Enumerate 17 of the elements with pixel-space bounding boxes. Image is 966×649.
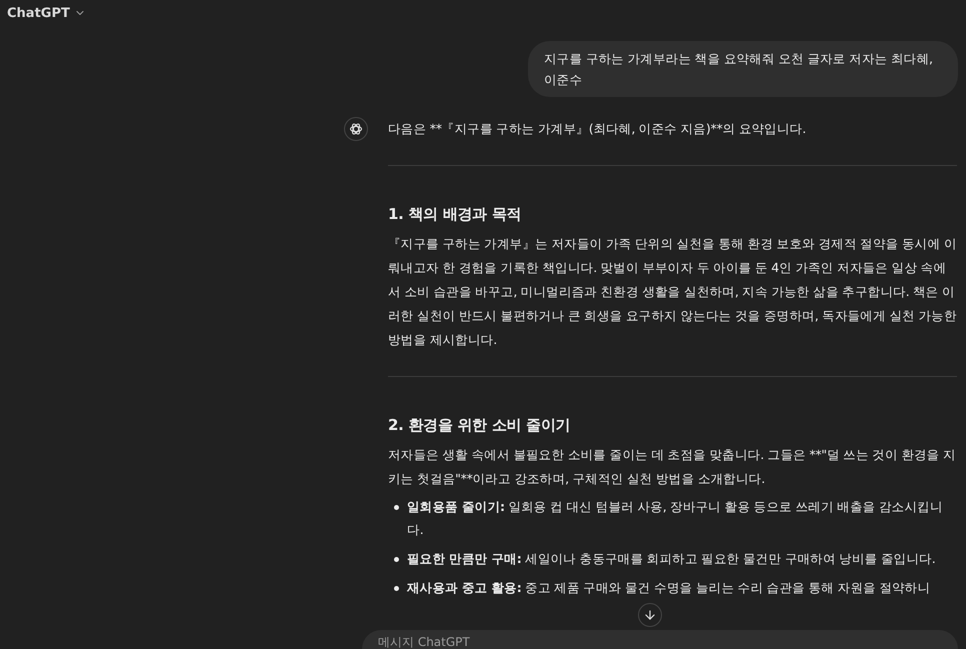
- list-item: 재사용과 중고 활용: 중고 제품 구매와 물건 수명을 늘리는 수리 습관을 통해 자원을 절약하니: [407, 579, 930, 597]
- list-item: 일회용품 줄이기: 일회용 컵 대신 텀블러 사용, 장바구니 활용 등으로 쓰레기 배출을 감소시킵니다.: [407, 498, 944, 539]
- paragraph: 『지구를 구하는 가계부』는 저자들이 가족 단위의 실천을 통해 환경 보호와 경제적 절약을 동시에 이뤄내고자 한 경험을 기록한 책입니다. 맞벌이 부부이자 두 아이를 둔 4인 가족인 저자들은 일상 속에서 소비 습관을 바꾸고, 미니멀리즘과 친환경 생활을 실천하며, 지속 가능한 삶을 추구합니다. 책은 이러한 실천이 반드시 불편하거나 큰 희생을 요구하지 않는다는 것을 증명하며, 독자들에게 실천 가능한 방법을 제시합니다.: [388, 235, 957, 349]
- paragraph: 저자들은 생활 속에서 불필요한 소비를 줄이는 데 초점을 맞춥니다. 그들은 **"덜 쓰는 것이 환경을 지키는 첫걸음"**이라고 강조하며, 구체적인 실천 방법을 소개합니다.: [388, 446, 957, 488]
- section-heading: 1. 책의 배경과 목적: [388, 204, 522, 225]
- scroll-down-button[interactable]: [638, 603, 662, 627]
- assistant-logo-icon: [344, 117, 368, 141]
- bullet-icon: [394, 557, 399, 562]
- bullet-icon: [394, 505, 399, 510]
- user-message: 지구를 구하는 가계부라는 책을 요약해줘 오천 글자로 저자는 최다혜, 이준수: [528, 41, 958, 97]
- section-heading: 2. 환경을 위한 소비 줄이기: [388, 415, 572, 436]
- list-item: 필요한 만큼만 구매: 세일이나 충동구매를 회피하고 필요한 물건만 구매하여 낭비를 줄입니다.: [407, 550, 936, 568]
- bullet-icon: [394, 586, 399, 591]
- arrow-down-icon: [643, 608, 657, 622]
- message-input[interactable]: 메시지 ChatGPT: [362, 630, 958, 649]
- model-selector[interactable]: ChatGPT: [7, 6, 70, 20]
- message-text: 다음은 **『지구를 구하는 가계부』(최다혜, 이준수 지음)**의 요약입니다.: [388, 120, 807, 138]
